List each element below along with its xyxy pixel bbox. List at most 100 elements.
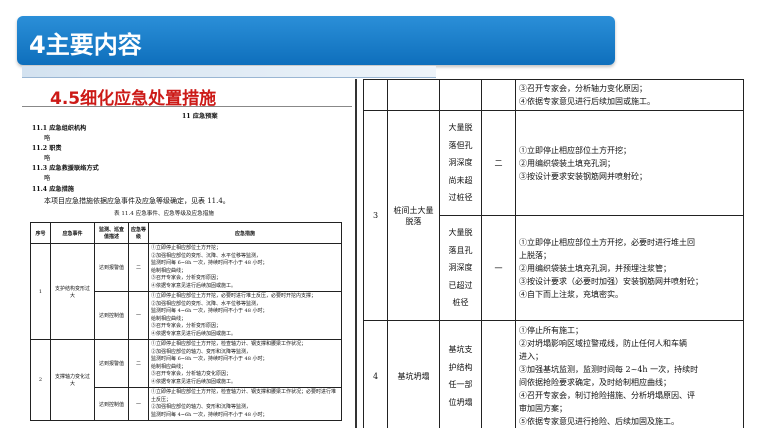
emergency-measures-table: 序号 应急事件 监测、巡查值描述 应急等级 应急措施 1 支护结构变形过大 达到… [30, 222, 342, 421]
desc-line: 大量脱 [448, 228, 473, 238]
section-underline [22, 106, 352, 107]
row-number: 4 [363, 320, 388, 428]
row-event: 支撑轴力变化过大 [50, 339, 95, 421]
row-measures: ③召开专家会，分析轴力变化原因； ④依据专家意见进行后续加固或施工。 [515, 79, 744, 111]
measure-line: ③召开专家会，分析变形原因； [151, 323, 222, 329]
measure-line: ②加强相应部位的变形、沉降、水平位移等监测， [151, 252, 262, 259]
row-level: 一 [128, 387, 149, 421]
table-row: 1 支护结构变形过大 达到报警值 二 ①立即停止相应部位土方开挖； ②加强相应部… [30, 243, 342, 340]
measure-line: 间依据抢险要求确定，及时给制相应曲线； [519, 378, 671, 387]
measure-line: ①立即停止相应部位土方开挖，检查轴力计、钢支撑和腰梁工作状况； [151, 341, 307, 347]
measure-line: ②加强相应部位的轴力、变形和沉降等监测， [151, 348, 252, 355]
desc-line: 洞深度 [448, 158, 473, 168]
table-header: 应急事件 [50, 222, 95, 244]
measure-line: ④依据专家意见进行后续加固或施工。 [151, 330, 237, 337]
measure-line: ②用编织袋装土填充孔洞，并预埋注浆管； [519, 263, 671, 273]
measure-line: ③召开专家会，分析轴力变化原因； [151, 371, 232, 377]
table-header: 序号 [30, 222, 51, 244]
desc-line: 过桩径 [448, 193, 473, 203]
measure-line: 审加固方案； [519, 404, 567, 413]
row-level: 二 [128, 339, 149, 388]
desc-line: 落但孔 [448, 140, 473, 150]
row-desc: 大量脱 落但孔 洞深度 尚未超 过桩径 [439, 110, 482, 216]
doc-chapter-title: 11 应急预案 [182, 113, 218, 120]
row-level: 一 [128, 291, 149, 340]
emergency-plan-document: 11 应急预案 11.1 应急组织机构 略 11.2 职责 略 11.3 应急救… [22, 108, 352, 428]
measure-line: 给制相应曲线； [151, 315, 187, 322]
measure-line: ①立即停止相应部位土方开挖，必要时进行堆土回 [519, 237, 695, 247]
desc-line: 已超过 [448, 280, 473, 290]
row-measures: ①立即停止相应部位土方开挖，检查轴力计、钢支撑和腰梁工作状况；必要时进行堆土反压… [148, 387, 342, 421]
measure-line: ②加强相应部位的轴力、变形和沉降等监测， [151, 404, 252, 410]
table-header: 应急等级 [128, 222, 149, 244]
table-header: 应急措施 [148, 222, 342, 244]
row-event: 桩间土大量脱落 [387, 110, 440, 321]
measure-line: 监测时间每 6~8h 一次，持续时间不小于 48 小时； [151, 260, 268, 266]
row-measures: ①立即停止相应部位土方开挖，检查轴力计、钢支撑和腰梁工作状况； ②加强相应部位的… [148, 339, 342, 388]
row-measures: ①立即停止相应部位土方开挖； ②加强相应部位的变形、沉降、水平位移等监测， 监测… [148, 243, 342, 292]
title-underline-stripe [22, 66, 436, 78]
measure-line: ③加强基坑监测，监测时间每 2~4h 一次，持续时 [519, 365, 699, 374]
doc-table-caption: 表 11.4 应急事件、应急等级及应急措施 [114, 211, 214, 217]
measure-line: 监测时间每 4~6h 一次，持续时间不小于 48 小时； [151, 411, 268, 418]
doc-heading-11-2: 11.2 职责 [32, 145, 62, 152]
measure-line: 给制相应曲线； [151, 363, 187, 370]
doc-text: 略 [44, 175, 51, 182]
desc-line: 基坑支 [448, 345, 473, 354]
table-row: 2 支撑轴力变化过大 达到报警值 二 ①立即停止相应部位土方开挖，检查轴力计、钢… [30, 339, 342, 421]
measure-line: ⑤依据专家意见进行抢险、后续加固及施工。 [519, 417, 679, 426]
desc-line: 大量脱 [448, 123, 473, 133]
desc-line: 尚未超 [448, 175, 473, 185]
doc-heading-11-4: 11.4 应急措施 [32, 186, 74, 193]
table-row: ③召开专家会，分析轴力变化原因； ④依据专家意见进行后续加固或施工。 [363, 79, 744, 111]
desc-line: 桩径 [452, 298, 469, 308]
measure-line: ①立即停止相应部位土方开挖； [519, 145, 631, 155]
desc-line: 位坍塌 [448, 397, 473, 407]
measure-line: ①立即停止相应部位土方开挖； [151, 245, 222, 251]
row-number: 3 [363, 110, 388, 321]
measure-line: ④自下而上注浆，充填密实。 [519, 289, 623, 299]
row-event: 支护结构变形过大 [50, 243, 95, 340]
row-level: 一 [481, 215, 516, 321]
slide-title-bar: 4主要内容 [17, 16, 615, 65]
row-number: 2 [30, 339, 51, 421]
table-header-row: 序号 应急事件 监测、巡查值描述 应急等级 应急措施 [30, 222, 342, 244]
measure-line: ②加强相应部位的变形、沉降、水平位移等监测， [151, 300, 262, 307]
measure-line: 给制相应曲线； [151, 267, 187, 274]
measure-line: 进入； [519, 352, 543, 361]
measure-line: 监测时间每 6~8h 一次，持续时间不小于 48 小时； [151, 356, 268, 362]
row-number: 1 [30, 243, 51, 340]
measure-line: 上脱落； [519, 250, 551, 260]
measure-line: ②用编织袋装土填充孔洞； [519, 158, 615, 168]
row-desc: 达到报警值 [94, 339, 129, 388]
measure-line: ④依据专家意见进行后续加固或施工。 [519, 97, 655, 106]
table-row: 3 桩间土大量脱落 大量脱 落但孔 洞深度 尚未超 过桩径 二 ①立即停止相应部… [363, 110, 744, 321]
measure-line: ③按设计要求（必要时加强）安装钢筋网并喷射砼； [519, 276, 703, 286]
desc-line: 洞深度 [448, 263, 473, 273]
doc-text: 略 [44, 135, 51, 142]
doc-intro: 本项目应急措施依据应急事件及应急等级确定，见表 11.4。 [44, 197, 230, 205]
measure-line: 监测时间每 4~6h 一次，持续时间不小于 48 小时； [151, 308, 268, 314]
measure-line: ②对坍塌影响区域拉警戒线，防止任何人和车辆 [519, 339, 687, 348]
row-measures: ①立即停止相应部位土方开挖； ②用编织袋装土填充孔洞； ③按设计要求安装钢筋网并… [515, 110, 744, 216]
row-desc: 达到报警值 [94, 243, 129, 292]
measure-line: ④召开专家会，制订抢险措施、分析坍塌原因、评 [519, 391, 695, 400]
row-desc: 大量脱 落且孔 洞深度 已超过 桩径 [439, 215, 482, 321]
desc-line: 任一部 [448, 380, 473, 389]
row-desc: 基坑支 护结构 任一部 位坍塌 [439, 320, 482, 428]
measure-line: ③按设计要求安装钢筋网并喷射砼； [519, 171, 647, 181]
doc-heading-11-1: 11.1 应急组织机构 [32, 125, 87, 132]
row-desc: 达到控制值 [94, 291, 129, 340]
measure-line: ④依据专家意见进行后续加固或施工。 [151, 378, 237, 385]
measure-line: ④依据专家意见进行后续加固或施工。 [151, 282, 237, 289]
table-header: 监测、巡查值描述 [94, 222, 129, 244]
measure-line: ①停止所有施工； [519, 326, 583, 335]
row-level: 二 [128, 243, 149, 292]
measure-line: ①立即停止相应部位土方开挖，必要时进行堆土反压，必要时开挖内支撑； [151, 293, 317, 299]
row-desc: 达到控制值 [94, 387, 129, 421]
row-level: 二 [481, 110, 516, 216]
emergency-measures-table-continued: ③召开专家会，分析轴力变化原因； ④依据专家意见进行后续加固或施工。 3 桩间土… [363, 79, 744, 428]
doc-heading-11-3: 11.3 应急救援联络方式 [32, 165, 99, 172]
desc-line: 护结构 [448, 362, 473, 372]
row-level [481, 320, 516, 428]
